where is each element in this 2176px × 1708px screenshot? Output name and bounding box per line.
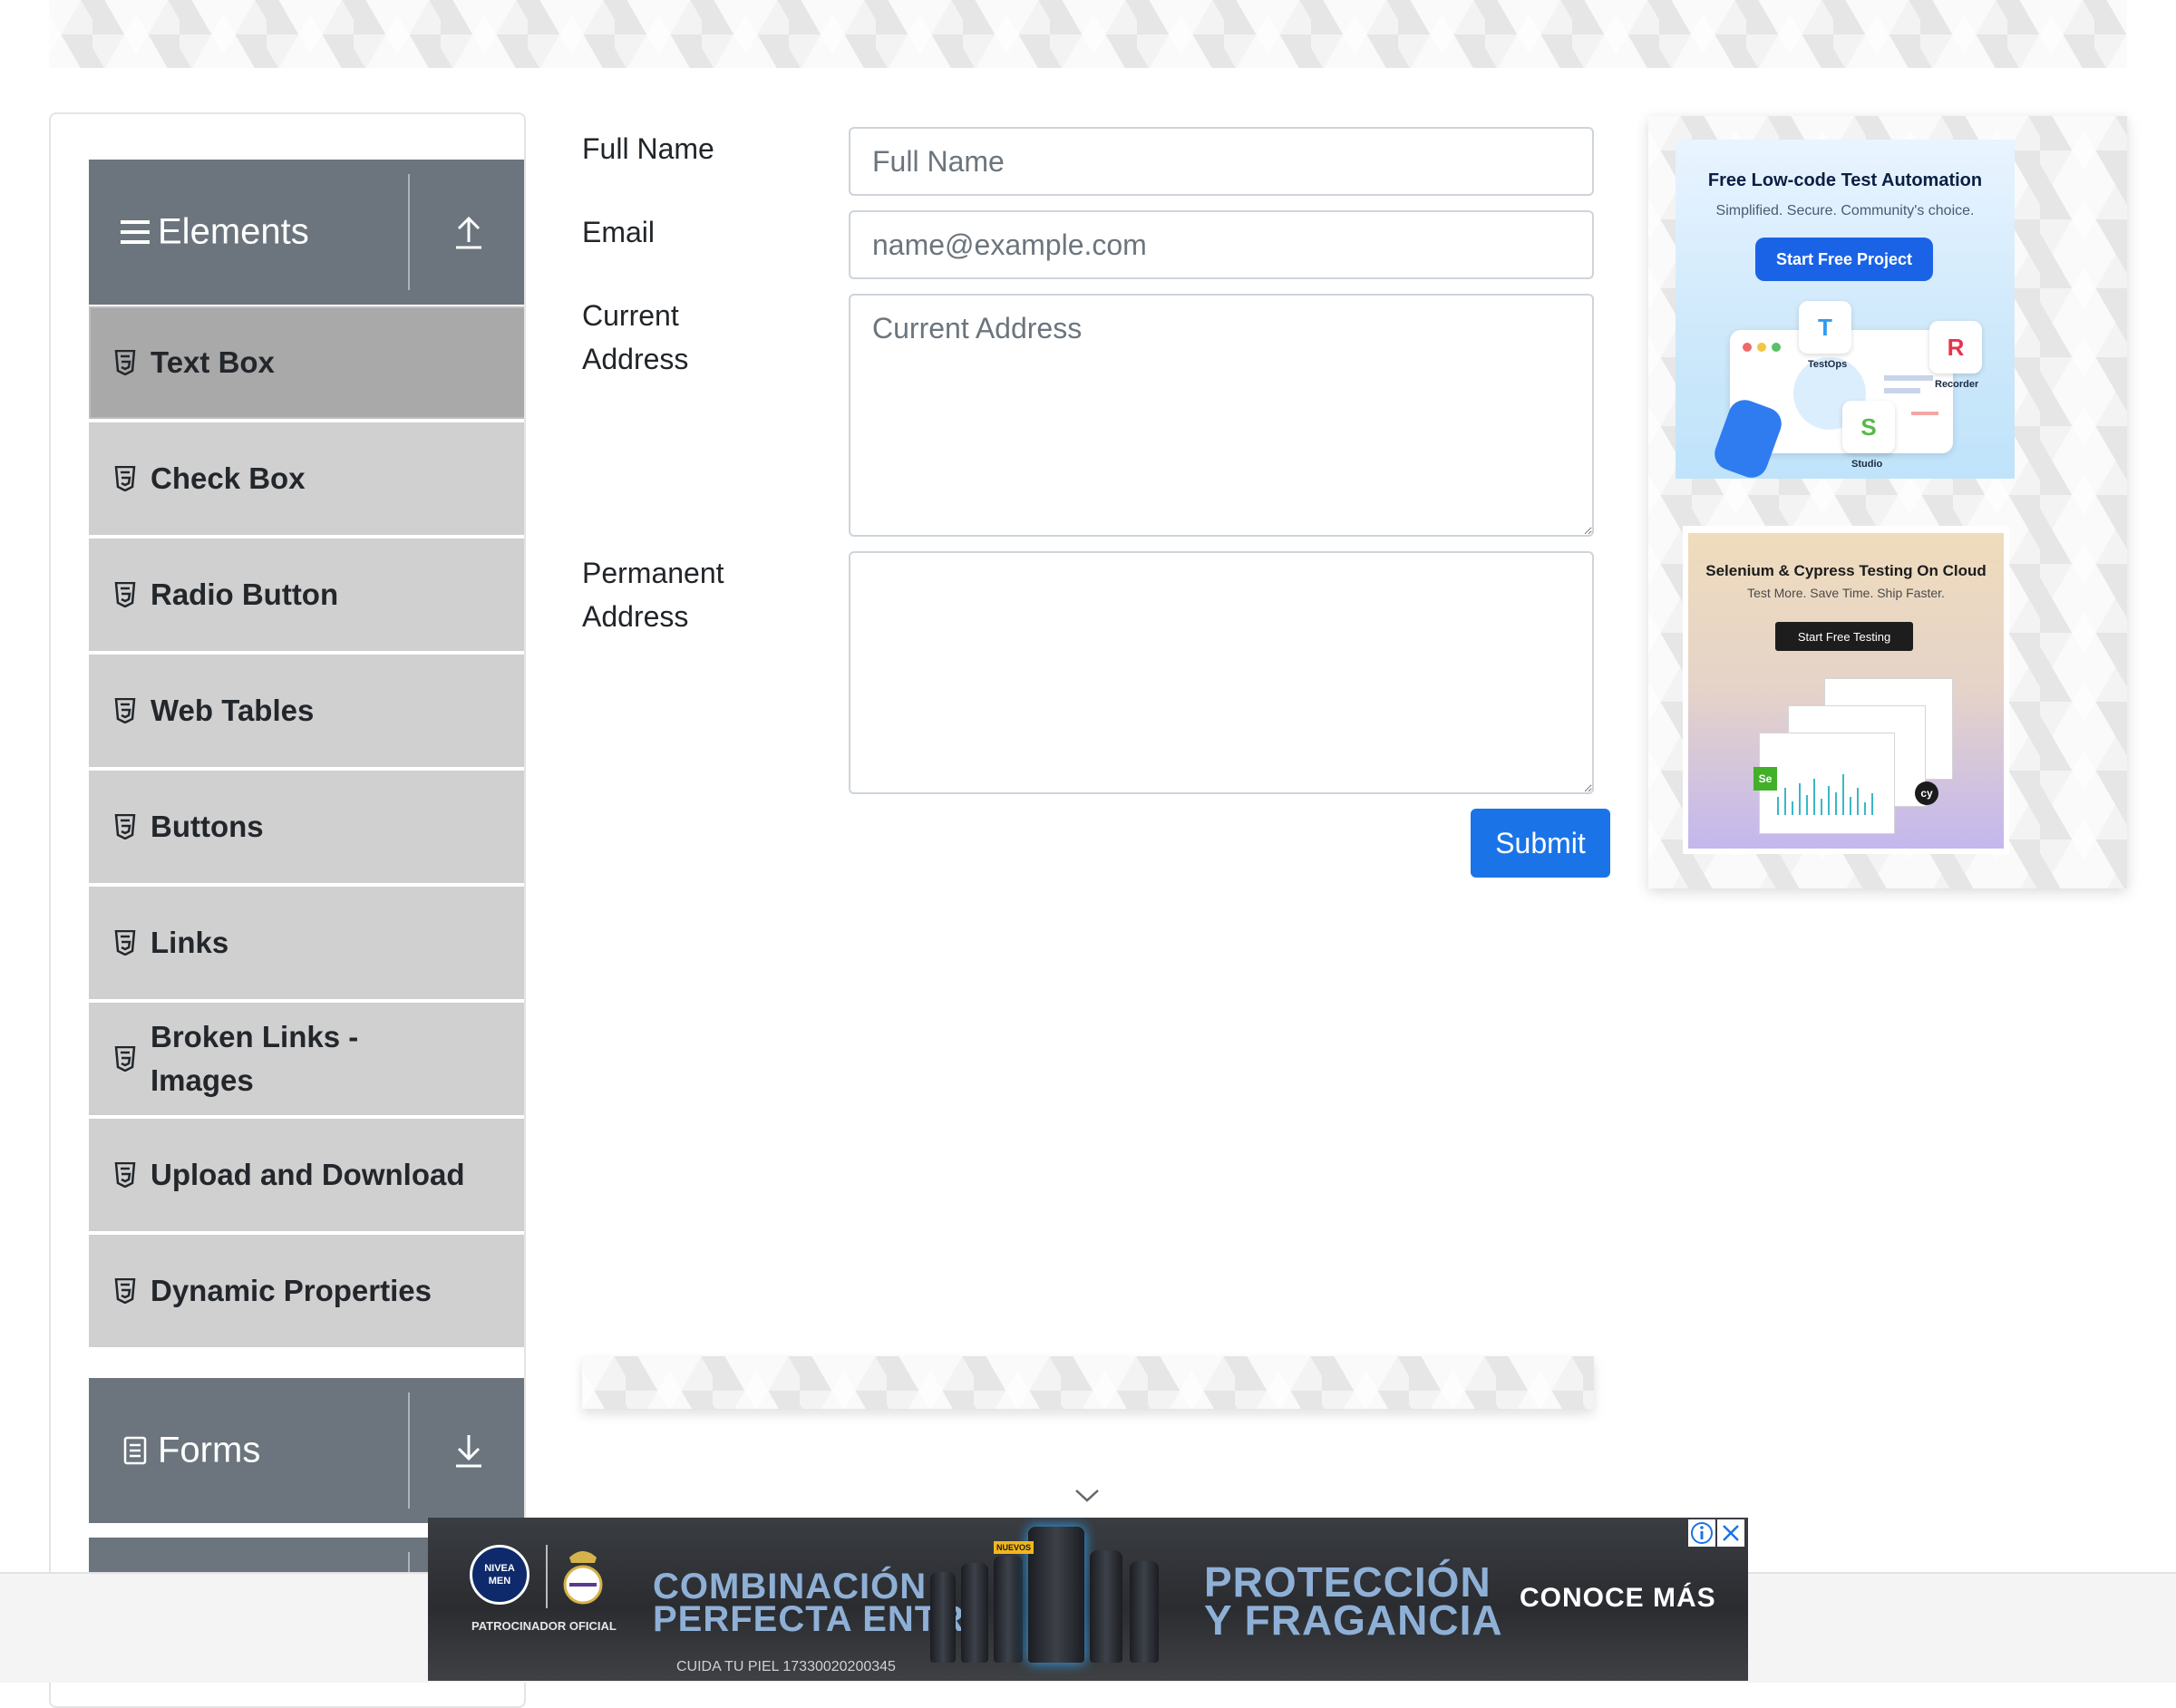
logo-divider: [546, 1545, 548, 1608]
start-free-testing-button[interactable]: Start Free Testing: [1775, 622, 1913, 651]
permanent-address-textarea[interactable]: [849, 551, 1594, 794]
menu-item-upload-and-download[interactable]: Upload and Download: [89, 1119, 524, 1231]
ad-subtitle: Simplified. Secure. Community's choice.: [1715, 203, 1975, 218]
collapse-arrow-up-icon[interactable]: [446, 209, 491, 255]
current-address-label: Current Address: [582, 299, 689, 375]
menu-item-dynamic-properties[interactable]: Dynamic Properties: [89, 1235, 524, 1347]
brand-logo: NIVEA MEN: [470, 1545, 529, 1605]
tile-letter: S: [1860, 413, 1877, 441]
menu-item-label: Buttons: [151, 810, 264, 843]
bottle-featured: [1028, 1527, 1084, 1663]
top-ad-banner: [49, 0, 2127, 68]
group-header-forms[interactable]: Forms: [89, 1378, 524, 1523]
ad-low-code-automation[interactable]: Free Low-code Test Automation Simplified…: [1676, 140, 2015, 479]
permanent-address-label: Permanent Address: [582, 557, 724, 633]
menu-item-buttons[interactable]: Buttons: [89, 771, 524, 883]
testops-tile: T: [1799, 301, 1851, 354]
menu-item-text-box[interactable]: Text Box: [89, 306, 524, 419]
menu-item-label: Web Tables: [151, 694, 315, 727]
bottom-sticky-ad[interactable]: NIVEA MEN PATROCINADOR OFICIAL COMBINACI…: [428, 1518, 1748, 1681]
elements-menu: Text Box Check Box Radio Button Web Tabl…: [89, 306, 524, 1351]
ad-title: Selenium & Cypress Testing On Cloud: [1705, 562, 1987, 579]
studio-tile: S: [1842, 401, 1895, 453]
tile-caption: TestOps: [1808, 359, 1848, 370]
tile-letter: R: [1947, 334, 1965, 361]
bottle: [994, 1556, 1023, 1663]
fine-print: CUIDA TU PIEL 17330020200345: [676, 1659, 896, 1674]
tile-caption: Studio: [1851, 459, 1883, 470]
menu-item-web-tables[interactable]: Web Tables: [89, 655, 524, 767]
menu-item-radio-button[interactable]: Radio Button: [89, 539, 524, 651]
ad-subtitle: Test More. Save Time. Ship Faster.: [1747, 586, 1945, 600]
menu-item-check-box[interactable]: Check Box: [89, 422, 524, 535]
menu-item-label: Radio Button: [151, 577, 339, 611]
group-title-forms: Forms: [158, 1430, 261, 1470]
bar-graph-illustration: [1777, 774, 1873, 815]
sponsor-text: PATROCINADOR OFICIAL: [471, 1619, 617, 1633]
bottle: [961, 1563, 988, 1663]
group-divider: [408, 1393, 410, 1509]
nivea-men-logo: NIVEA MEN: [470, 1545, 529, 1605]
html5-icon: [114, 698, 136, 723]
full-name-input[interactable]: [849, 127, 1594, 196]
headline-right: PROTECCIÓN Y FRAGANCIA: [1204, 1558, 1503, 1644]
html5-icon: [114, 1162, 136, 1188]
recorder-tile: R: [1929, 321, 1982, 374]
email-label: Email: [582, 216, 656, 248]
new-tag: NUEVOS: [994, 1541, 1034, 1554]
menu-item-label: Upload and Download: [151, 1158, 465, 1191]
html5-icon: [114, 350, 136, 375]
menu-item-broken-links-images[interactable]: Broken Links - Images: [89, 1003, 524, 1115]
selenium-badge: Se: [1753, 767, 1777, 791]
group-header-elements[interactable]: Elements: [89, 160, 524, 305]
screenshot-window-front: [1759, 733, 1895, 834]
html5-icon: [114, 814, 136, 839]
tile-caption: Recorder: [1935, 379, 1979, 390]
group-divider: [408, 174, 410, 290]
tile-letter: T: [1818, 314, 1832, 341]
menu-item-label: Dynamic Properties: [151, 1274, 432, 1307]
expand-arrow-down-icon[interactable]: [446, 1428, 491, 1473]
html5-icon: [114, 466, 136, 491]
bottle: [930, 1572, 956, 1663]
html5-icon: [114, 582, 136, 607]
ad-info-icon[interactable]: [1688, 1519, 1715, 1547]
close-icon[interactable]: [1717, 1519, 1744, 1547]
menu-item-label: Broken Links - Images: [151, 1020, 359, 1097]
group-title-elements: Elements: [158, 211, 309, 252]
menu-item-label: Links: [151, 926, 229, 959]
start-free-project-button[interactable]: Start Free Project: [1755, 238, 1933, 281]
ad-selenium-cypress[interactable]: Selenium & Cypress Testing On Cloud Test…: [1688, 533, 2004, 849]
headline-right-line2: Y FRAGANCIA: [1204, 1596, 1503, 1644]
bottle: [1130, 1561, 1159, 1663]
document-icon: [123, 1436, 147, 1465]
menu-item-links[interactable]: Links: [89, 887, 524, 999]
cypress-badge: cy: [1915, 781, 1938, 805]
html5-icon: [114, 1278, 136, 1304]
email-input[interactable]: [849, 210, 1594, 279]
submit-button[interactable]: Submit: [1471, 809, 1610, 878]
chevron-down-icon[interactable]: [1073, 1487, 1101, 1505]
headline-right-line1: PROTECCIÓN: [1204, 1558, 1491, 1606]
left-sidebar: Elements Text Box Check Box Radio Button…: [49, 112, 526, 1708]
current-address-textarea[interactable]: [849, 294, 1594, 537]
bottle: [1090, 1550, 1122, 1663]
real-madrid-crest-icon: [563, 1551, 603, 1605]
html5-icon: [114, 1046, 136, 1072]
menu-item-label: Text Box: [151, 345, 275, 379]
menu-item-label: Check Box: [151, 461, 306, 495]
ad-title: Free Low-code Test Automation: [1707, 170, 1983, 190]
full-name-label: Full Name: [582, 132, 714, 165]
html5-icon: [114, 930, 136, 956]
learn-more-link[interactable]: CONOCE MÁS: [1520, 1583, 1716, 1614]
hamburger-icon: [121, 220, 150, 244]
content-ad-banner: [582, 1356, 1594, 1409]
